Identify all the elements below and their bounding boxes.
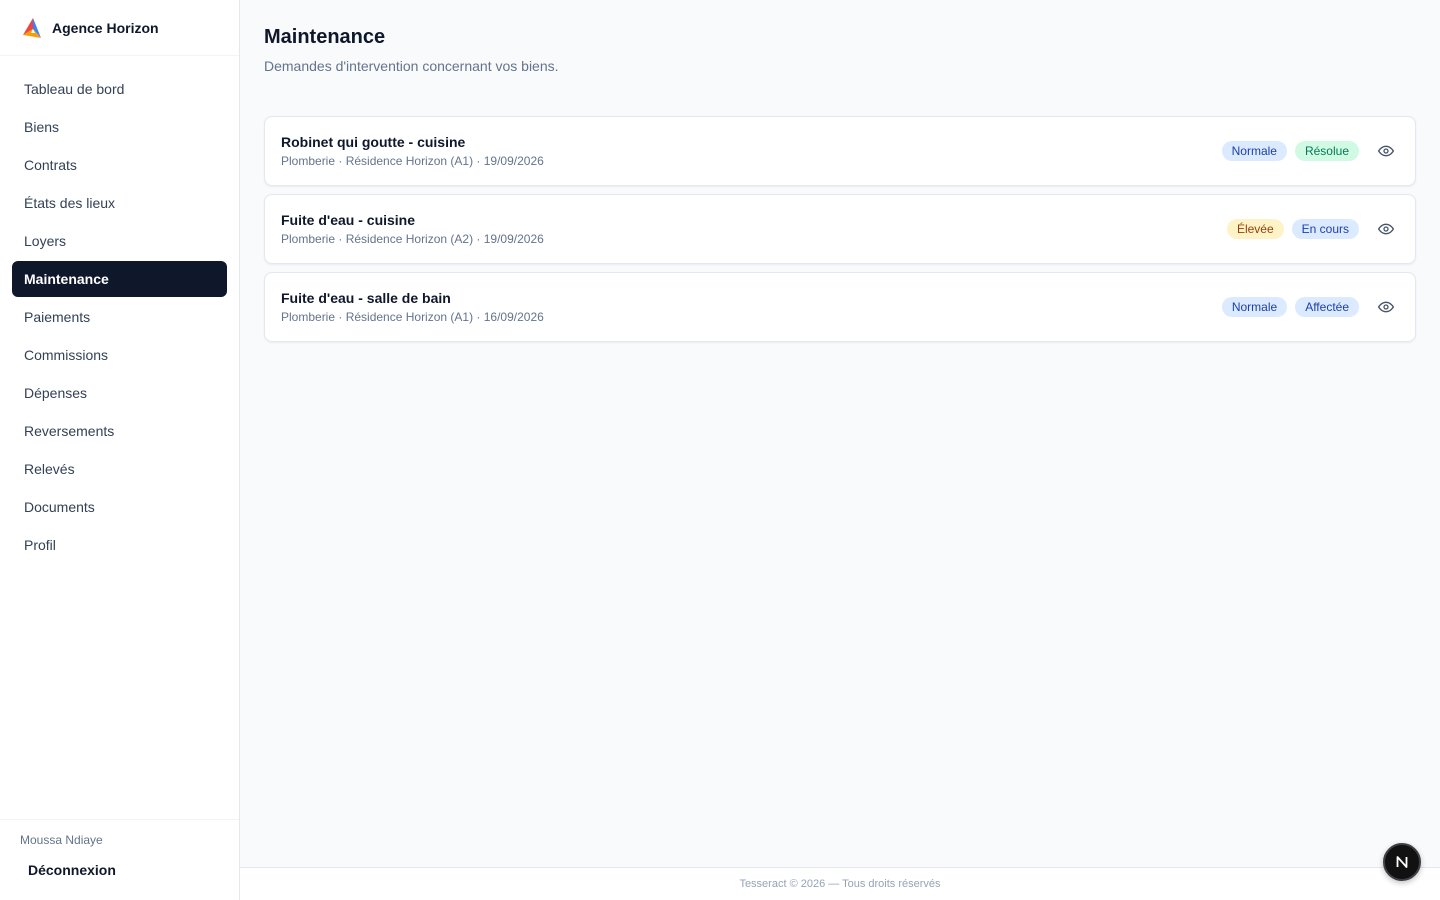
list-item[interactable]: Fuite d'eau - cuisine Plomberie · Réside… <box>264 194 1416 264</box>
page-title: Maintenance <box>264 26 386 48</box>
request-text: Fuite d'eau - salle de bain Plomberie · … <box>281 289 1222 325</box>
sidebar-item-label: Dépenses <box>24 385 88 401</box>
eye-icon <box>1378 145 1394 157</box>
sidebar-footer: Moussa Ndiaye Déconnexion <box>0 819 239 900</box>
eye-icon <box>1378 223 1394 235</box>
request-title: Fuite d'eau - salle de bain <box>281 290 451 306</box>
priority-badge: Élevée <box>1226 219 1284 239</box>
priority-badge: Normale <box>1221 297 1288 317</box>
eye-icon <box>1378 301 1394 313</box>
dev-tools-button[interactable] <box>1383 843 1421 881</box>
sidebar-item-profil[interactable]: Profil <box>12 527 227 563</box>
sidebar-item-label: Reversements <box>24 423 115 439</box>
sidebar-item-depenses[interactable]: Dépenses <box>12 375 227 411</box>
sidebar-item-label: Documents <box>24 499 95 515</box>
request-meta: Plomberie · Résidence Horizon (A2) · 19/… <box>281 232 544 246</box>
status-badge: Affectée <box>1295 297 1359 317</box>
request-meta: Plomberie · Résidence Horizon (A1) · 16/… <box>281 310 544 324</box>
sidebar-item-tableau-de-bord[interactable]: Tableau de bord <box>12 71 227 107</box>
sidebar-item-label: États des lieux <box>24 195 116 211</box>
status-badge: Résolue <box>1294 141 1359 161</box>
maintenance-list: Robinet qui goutte - cuisine Plomberie ·… <box>264 116 1416 350</box>
sidebar-nav: Tableau de bord Biens Contrats États des… <box>0 56 239 563</box>
sidebar-item-loyers[interactable]: Loyers <box>12 223 227 259</box>
sidebar-item-label: Loyers <box>24 233 67 249</box>
request-badges: Normale Résolue <box>1221 141 1359 161</box>
request-badges: Élevée En cours <box>1226 219 1359 239</box>
brand[interactable]: Agence Horizon <box>0 0 239 56</box>
sidebar-item-label: Biens <box>24 119 60 135</box>
sidebar-item-releves[interactable]: Relevés <box>12 451 227 487</box>
sidebar-item-label: Profil <box>24 537 56 553</box>
sidebar-item-contrats[interactable]: Contrats <box>12 147 227 183</box>
sidebar-item-etats-des-lieux[interactable]: États des lieux <box>12 185 227 221</box>
user-name: Moussa Ndiaye <box>20 833 103 847</box>
list-item[interactable]: Fuite d'eau - salle de bain Plomberie · … <box>264 272 1416 342</box>
request-meta: Plomberie · Résidence Horizon (A1) · 19/… <box>281 154 544 168</box>
sidebar-item-label: Relevés <box>24 461 75 477</box>
request-title: Robinet qui goutte - cuisine <box>281 134 466 150</box>
sidebar-item-biens[interactable]: Biens <box>12 109 227 145</box>
sidebar-item-reversements[interactable]: Reversements <box>12 413 227 449</box>
priority-badge: Normale <box>1221 141 1287 161</box>
footer-text: Tesseract © 2026 — Tous droits réservés <box>739 878 941 890</box>
sidebar-item-label: Tableau de bord <box>24 81 125 97</box>
request-text: Robinet qui goutte - cuisine Plomberie ·… <box>281 133 1222 169</box>
request-title: Fuite d'eau - cuisine <box>281 212 416 228</box>
page-footer: Tesseract © 2026 — Tous droits réservés <box>240 867 1440 900</box>
sidebar-item-commissions[interactable]: Commissions <box>12 337 227 373</box>
sidebar-item-documents[interactable]: Documents <box>12 489 227 525</box>
logout-button[interactable]: Déconnexion <box>20 858 124 882</box>
logo-icon <box>23 17 41 38</box>
sidebar-item-label: Commissions <box>24 347 109 363</box>
n-logo-icon <box>1396 856 1408 868</box>
view-button[interactable] <box>1373 294 1399 320</box>
sidebar-item-paiements[interactable]: Paiements <box>12 299 227 335</box>
main-content: Maintenance Demandes d'intervention conc… <box>240 0 1440 900</box>
view-button[interactable] <box>1373 138 1399 164</box>
brand-name: Agence Horizon <box>52 19 159 36</box>
list-item[interactable]: Robinet qui goutte - cuisine Plomberie ·… <box>264 116 1416 186</box>
sidebar: Agence Horizon Tableau de bord Biens Con… <box>0 0 240 900</box>
view-button[interactable] <box>1373 216 1399 242</box>
sidebar-item-label: Maintenance <box>24 271 109 287</box>
request-badges: Normale Affectée <box>1221 297 1359 317</box>
page-subtitle: Demandes d'intervention concernant vos b… <box>264 58 559 74</box>
request-text: Fuite d'eau - cuisine Plomberie · Réside… <box>281 211 1227 247</box>
sidebar-item-maintenance[interactable]: Maintenance <box>12 261 227 297</box>
sidebar-item-label: Paiements <box>24 309 91 325</box>
sidebar-item-label: Contrats <box>24 157 77 173</box>
status-badge: En cours <box>1291 219 1359 239</box>
